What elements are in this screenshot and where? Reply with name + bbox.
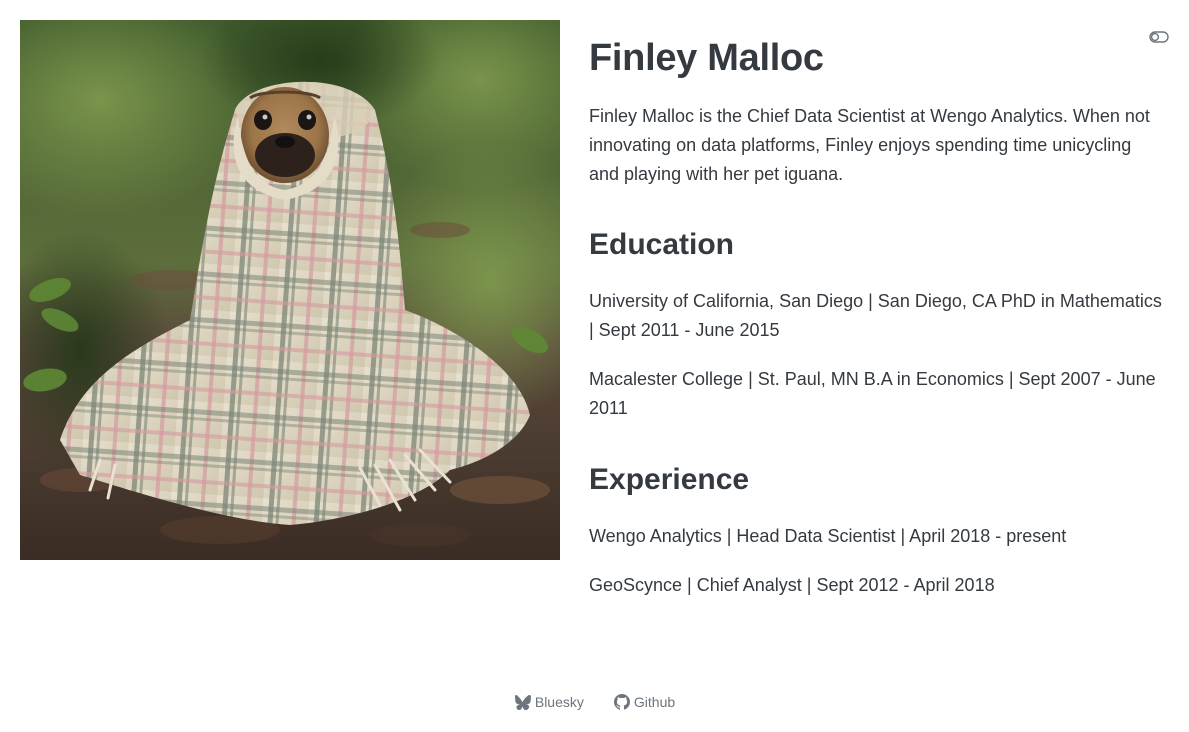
profile-name: Finley Malloc — [589, 37, 824, 79]
github-link[interactable]: Github — [613, 694, 676, 710]
github-label: Github — [633, 694, 676, 710]
education-item: Macalester College | St. Paul, MN B.A in… — [589, 369, 1156, 418]
footer-links: Bluesky Github — [0, 690, 1189, 714]
experience-item: GeoScynce | Chief Analyst | Sept 2012 - … — [589, 575, 995, 595]
experience-item: Wengo Analytics | Head Data Scientist | … — [589, 526, 1067, 546]
profile-bio: Finley Malloc is the Chief Data Scientis… — [589, 106, 1150, 184]
education-heading: Education — [589, 228, 735, 261]
experience-heading: Experience — [589, 463, 750, 496]
education-item: University of California, San Diego | Sa… — [589, 291, 1162, 340]
profile-content: Finley Malloc Finley Malloc is the Chief… — [589, 30, 1164, 600]
profile-photo — [20, 20, 560, 560]
bluesky-label: Bluesky — [534, 694, 584, 710]
bluesky-icon — [514, 694, 531, 710]
github-icon — [613, 694, 630, 710]
bluesky-link[interactable]: Bluesky — [514, 694, 584, 710]
